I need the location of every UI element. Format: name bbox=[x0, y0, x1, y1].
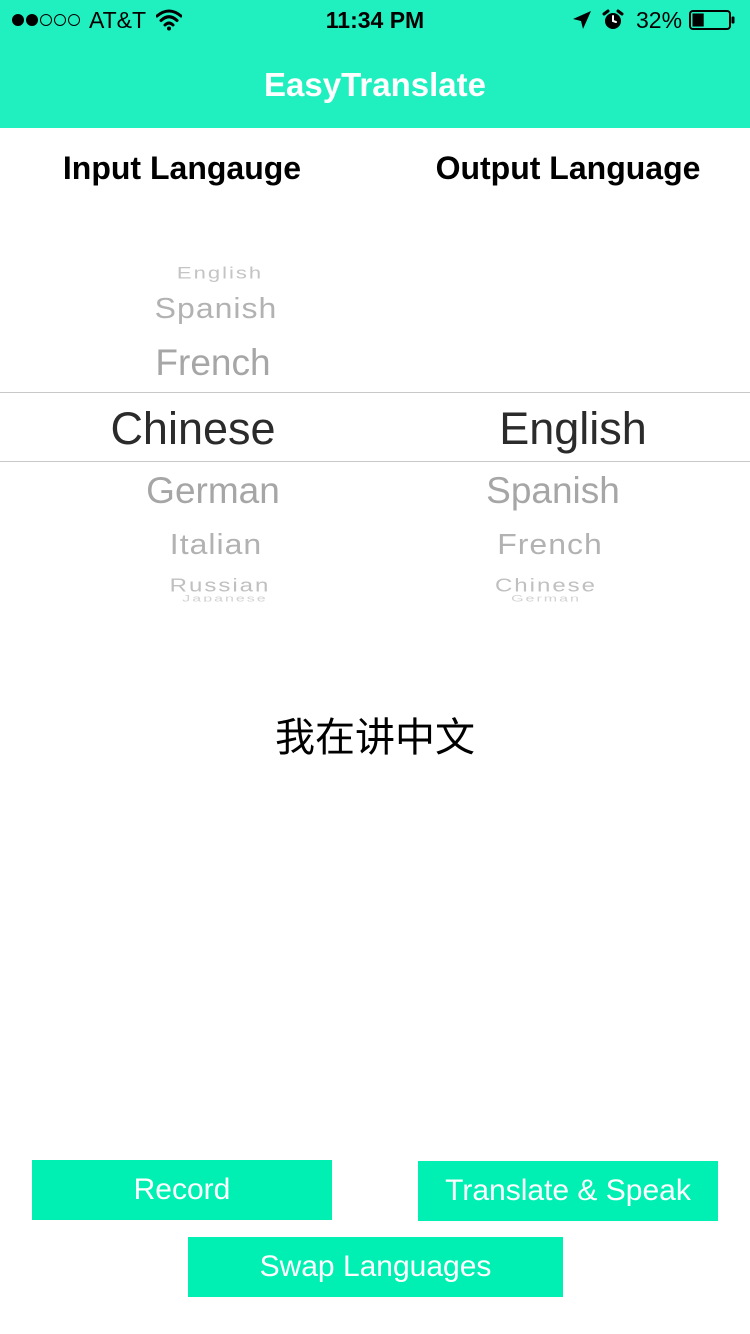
swap-languages-button[interactable]: Swap Languages bbox=[188, 1237, 563, 1297]
picker-option[interactable]: English bbox=[70, 263, 370, 283]
picker-option[interactable]: French bbox=[400, 528, 700, 561]
navigation-bar: EasyTranslate bbox=[0, 40, 750, 128]
output-language-wheel[interactable]: English Spanish French Chinese German bbox=[380, 230, 750, 610]
picker-option[interactable]: Spanish bbox=[403, 470, 703, 512]
battery-percentage: 32% bbox=[636, 7, 683, 33]
picker-option[interactable]: Italian bbox=[66, 528, 366, 561]
picker-option[interactable]: German bbox=[396, 594, 696, 602]
input-language-header: Input Langauge bbox=[62, 150, 302, 186]
alarm-clock-icon bbox=[602, 9, 624, 29]
picker-option[interactable]: German bbox=[63, 470, 363, 512]
location-arrow-icon bbox=[573, 11, 591, 29]
record-button[interactable]: Record bbox=[32, 1160, 332, 1220]
output-language-header: Output Language bbox=[435, 150, 701, 186]
battery-icon bbox=[689, 10, 735, 30]
app-title: EasyTranslate bbox=[264, 66, 486, 103]
recognized-speech-text: 我在讲中文 bbox=[275, 716, 475, 760]
picker-option-selected[interactable]: English bbox=[423, 403, 723, 455]
language-picker[interactable]: English Spanish French Chinese German It… bbox=[0, 230, 750, 610]
picker-option[interactable]: Japanese bbox=[75, 594, 375, 602]
picker-option[interactable]: French bbox=[63, 342, 363, 384]
input-language-wheel[interactable]: English Spanish French Chinese German It… bbox=[0, 230, 380, 610]
status-bar: AT&T 11:34 PM 32% bbox=[0, 0, 750, 40]
picker-option-selected[interactable]: Chinese bbox=[43, 403, 343, 455]
picker-option[interactable]: Spanish bbox=[66, 292, 366, 325]
translate-and-speak-button[interactable]: Translate & Speak bbox=[418, 1161, 718, 1221]
